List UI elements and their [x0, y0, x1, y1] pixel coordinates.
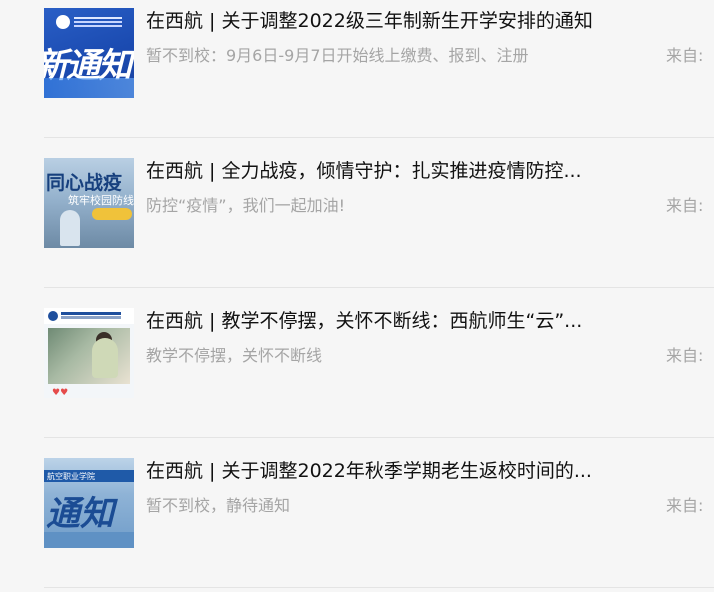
school-logo-icon — [48, 311, 58, 321]
article-title[interactable]: 在西航 | 全力战疫，倾情守护：扎实推进疫情防控... — [146, 156, 706, 186]
article-description: 暂不到校：9月6日-9月7日开始线上缴费、报到、注册 — [146, 46, 529, 65]
article-title[interactable]: 在西航 | 教学不停摆，关怀不断线：西航师生“云”... — [146, 306, 706, 336]
thumbnail-subcaption: 筑牢校园防线 — [68, 194, 134, 207]
like-icon: ♥♥ — [52, 388, 69, 398]
article-source: 来自: — [666, 496, 704, 515]
article-title[interactable]: 在西航 | 关于调整2022年秋季学期老生返校时间的... — [146, 456, 706, 486]
article-source: 来自: — [666, 46, 704, 65]
article-thumbnail[interactable]: 同心战疫 筑牢校园防线 — [44, 158, 134, 248]
article-item[interactable]: 新通知 在西航 | 关于调整2022级三年制新生开学安排的通知 暂不到校：9月6… — [44, 0, 714, 138]
article-item[interactable]: ♥♥ 在西航 | 教学不停摆，关怀不断线：西航师生“云”... 教学不停摆，关怀… — [44, 288, 714, 438]
article-list: 新通知 在西航 | 关于调整2022级三年制新生开学安排的通知 暂不到校：9月6… — [0, 0, 714, 592]
thumbnail-header: 航空职业学院 — [47, 472, 95, 481]
thumbnail-caption: 通知 — [46, 494, 114, 534]
article-title[interactable]: 在西航 | 关于调整2022级三年制新生开学安排的通知 — [146, 6, 706, 36]
article-thumbnail[interactable]: 新通知 — [44, 8, 134, 98]
article-description: 暂不到校，静待通知 — [146, 496, 291, 515]
article-thumbnail[interactable]: 航空职业学院 通知 — [44, 458, 134, 548]
article-source: 来自: — [666, 346, 704, 365]
article-source: 来自: — [666, 196, 704, 215]
thumbnail-caption: 同心战疫 — [46, 172, 123, 194]
article-thumbnail[interactable]: ♥♥ — [44, 308, 134, 398]
article-item[interactable]: 同心战疫 筑牢校园防线 在西航 | 全力战疫，倾情守护：扎实推进疫情防控... … — [44, 138, 714, 288]
school-logo-icon — [56, 15, 70, 29]
article-item[interactable]: 航空职业学院 通知 在西航 | 关于调整2022年秋季学期老生返校时间的... … — [44, 438, 714, 588]
article-description: 教学不停摆，关怀不断线 — [146, 346, 323, 365]
article-description: 防控“疫情”，我们一起加油! — [146, 196, 345, 215]
